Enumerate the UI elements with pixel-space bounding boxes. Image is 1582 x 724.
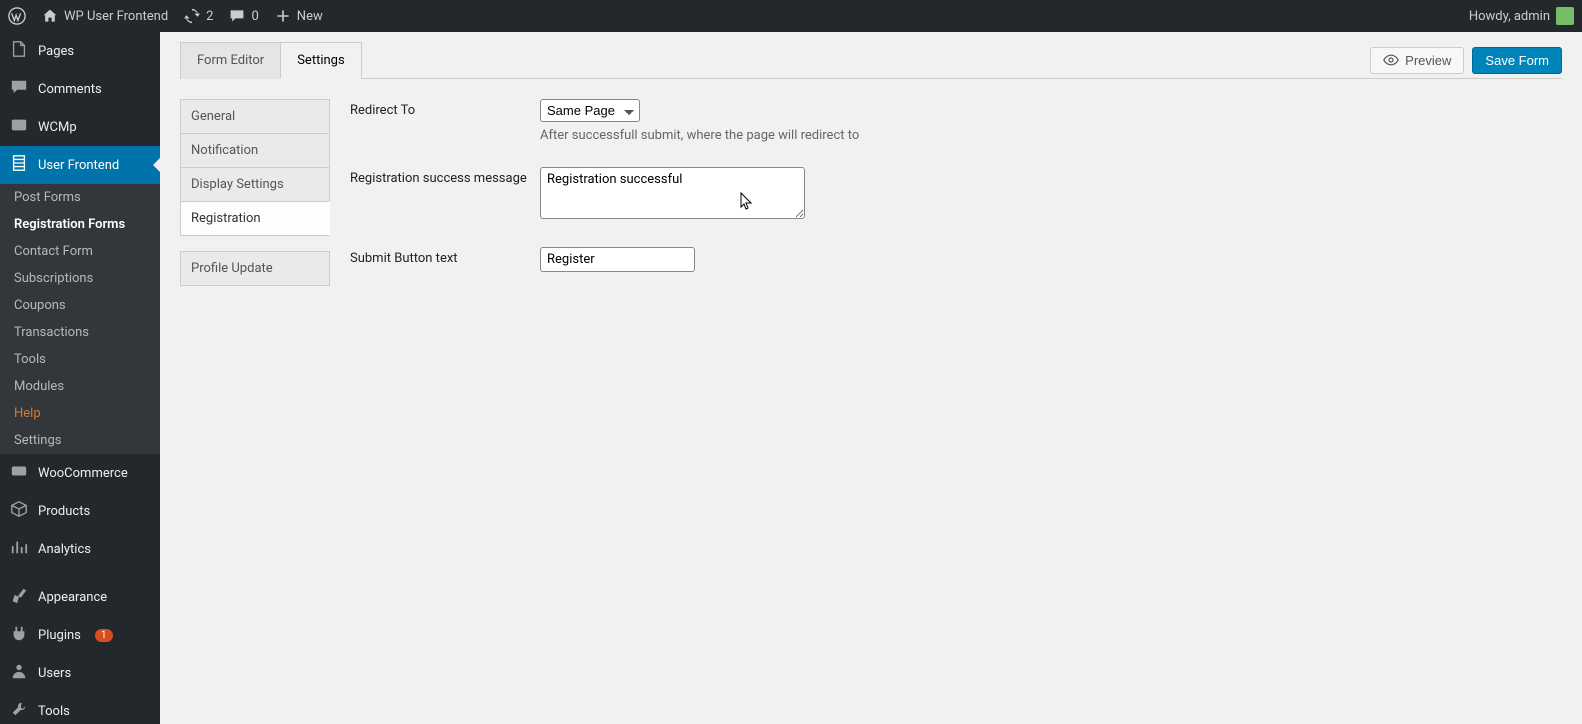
users-icon	[10, 662, 28, 684]
products-icon	[10, 500, 28, 522]
submenu-item-contact-form[interactable]: Contact Form	[0, 238, 160, 265]
site-name-link[interactable]: WP User Frontend	[42, 8, 168, 24]
sidebar-item-user-frontend[interactable]: User Frontend	[0, 146, 160, 184]
sidebar-item-pages[interactable]: Pages	[0, 32, 160, 70]
sidebar-item-label: WCMp	[38, 120, 77, 135]
new-link[interactable]: New	[275, 8, 323, 24]
sidebar-item-wcmp[interactable]: WCMp	[0, 108, 160, 146]
sidebar-item-plugins[interactable]: Plugins 1	[0, 616, 160, 654]
avatar	[1556, 7, 1574, 25]
save-form-button[interactable]: Save Form	[1472, 47, 1562, 74]
admin-toolbar: WP User Frontend 2 0 New Howdy, admin	[0, 0, 1582, 32]
settings-tab-notification[interactable]: Notification	[180, 133, 330, 168]
userfrontend-icon	[10, 154, 28, 176]
settings-tab-display-settings[interactable]: Display Settings	[180, 167, 330, 202]
sidebar-item-comments[interactable]: Comments	[0, 70, 160, 108]
comments-icon	[10, 78, 28, 100]
new-label: New	[297, 9, 323, 24]
submenu-item-transactions[interactable]: Transactions	[0, 319, 160, 346]
submit-button-text-input[interactable]	[540, 247, 695, 272]
settings-tab-general[interactable]: General	[180, 99, 330, 134]
plus-icon	[275, 8, 291, 24]
tab-settings[interactable]: Settings	[280, 42, 361, 79]
submenu-item-coupons[interactable]: Coupons	[0, 292, 160, 319]
howdy-link[interactable]: Howdy, admin	[1469, 7, 1574, 25]
sidebar-item-label: Pages	[38, 44, 74, 59]
home-icon	[42, 8, 58, 24]
registration-settings-form: Redirect To Same Page After successfull …	[350, 99, 1562, 296]
comment-icon	[229, 8, 245, 24]
update-badge: 1	[95, 629, 113, 642]
sidebar-submenu: Post FormsRegistration FormsContact Form…	[0, 184, 160, 454]
analytics-icon	[10, 538, 28, 560]
sidebar-item-woocommerce[interactable]: WooCommerce	[0, 454, 160, 492]
redirect-to-label: Redirect To	[350, 99, 540, 118]
appearance-icon	[10, 586, 28, 608]
form-tab-bar: Form Editor Settings Preview Save Form	[180, 42, 1562, 79]
success-message-label: Registration success message	[350, 167, 540, 186]
sidebar-item-label: Users	[38, 666, 71, 681]
sidebar-item-label: WooCommerce	[38, 466, 128, 481]
sidebar-item-users[interactable]: Users	[0, 654, 160, 692]
submenu-item-registration-forms[interactable]: Registration Forms	[0, 211, 160, 238]
submenu-item-help[interactable]: Help	[0, 400, 160, 427]
tools-icon	[10, 700, 28, 722]
pages-icon	[10, 40, 28, 62]
sidebar-item-label: Tools	[38, 704, 70, 719]
submit-button-text-label: Submit Button text	[350, 247, 540, 266]
sidebar-item-label: Appearance	[38, 590, 107, 605]
sidebar-item-products[interactable]: Products	[0, 492, 160, 530]
success-message-textarea[interactable]	[540, 167, 805, 219]
comments-count: 0	[251, 9, 258, 24]
sidebar-item-tools[interactable]: Tools	[0, 692, 160, 724]
tab-form-editor[interactable]: Form Editor	[180, 42, 281, 79]
settings-tab-registration[interactable]: Registration	[180, 201, 330, 236]
updates-count: 2	[206, 9, 213, 24]
sidebar-item-label: Comments	[38, 82, 102, 97]
comments-link[interactable]: 0	[229, 8, 258, 24]
sidebar-item-label: Plugins	[38, 628, 81, 643]
redirect-to-select[interactable]: Same Page	[540, 99, 640, 122]
eye-icon	[1383, 54, 1399, 66]
submenu-item-post-forms[interactable]: Post Forms	[0, 184, 160, 211]
wcmp-icon	[10, 116, 28, 138]
submenu-item-settings[interactable]: Settings	[0, 427, 160, 454]
sidebar-item-label: Products	[38, 504, 90, 519]
sidebar-item-label: Analytics	[38, 542, 91, 557]
submenu-item-subscriptions[interactable]: Subscriptions	[0, 265, 160, 292]
redirect-to-description: After successfull submit, where the page…	[540, 128, 1562, 143]
howdy-text: Howdy, admin	[1469, 9, 1550, 24]
sidebar-item-analytics[interactable]: Analytics	[0, 530, 160, 568]
preview-button[interactable]: Preview	[1370, 47, 1464, 74]
admin-sidebar: Pages Comments WCMp User Frontend Post Forms…	[0, 32, 160, 724]
settings-sub-tabs: GeneralNotificationDisplay SettingsRegis…	[180, 99, 330, 296]
woo-icon	[10, 462, 28, 484]
content-area: Form Editor Settings Preview Save Form G…	[160, 32, 1582, 724]
plugins-icon	[10, 624, 28, 646]
submenu-item-tools[interactable]: Tools	[0, 346, 160, 373]
preview-label: Preview	[1405, 53, 1451, 68]
updates-link[interactable]: 2	[184, 8, 213, 24]
settings-tab-profile-update[interactable]: Profile Update	[180, 251, 330, 286]
sidebar-item-label: User Frontend	[38, 158, 119, 173]
sidebar-item-appearance[interactable]: Appearance	[0, 578, 160, 616]
submenu-item-modules[interactable]: Modules	[0, 373, 160, 400]
wp-logo[interactable]	[8, 7, 26, 25]
site-name: WP User Frontend	[64, 9, 168, 24]
wordpress-icon	[8, 7, 26, 25]
refresh-icon	[184, 8, 200, 24]
